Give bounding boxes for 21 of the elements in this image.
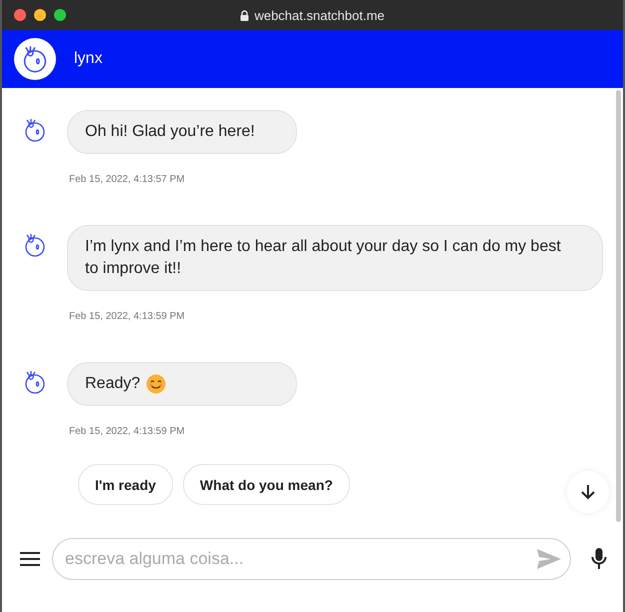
scrollbar-thumb[interactable]	[616, 90, 621, 522]
arrow-down-icon	[579, 483, 597, 501]
message-input-field[interactable]: escreva alguma coisa...	[63, 548, 536, 570]
zoom-button[interactable]	[54, 9, 66, 21]
message-bubble: Ready?	[67, 362, 297, 406]
bot-name: lynx	[74, 50, 102, 68]
quick-reply-button[interactable]: What do you mean?	[182, 464, 350, 505]
message-timestamp: Feb 15, 2022, 4:13:57 PM	[69, 174, 186, 185]
message-timestamp: Feb 15, 2022, 4:13:59 PM	[69, 311, 186, 322]
message-timestamp: Feb 15, 2022, 4:13:59 PM	[69, 426, 186, 437]
close-button[interactable]	[14, 9, 26, 21]
quick-reply-button[interactable]: I'm ready	[78, 464, 173, 505]
message-bubble: I’m lynx and I’m here to hear all about your day so I can do my best to improve it!!	[67, 225, 603, 291]
menu-icon[interactable]	[20, 551, 40, 567]
microphone-icon[interactable]	[591, 548, 607, 570]
lock-icon	[240, 10, 250, 20]
url-text: webchat.snatchbot.me	[254, 8, 385, 22]
message-input-box[interactable]: escreva alguma coisa...	[52, 538, 571, 580]
minimize-button[interactable]	[34, 9, 46, 21]
message-bubble: Oh hi! Glad you’re here!	[67, 110, 297, 154]
scroll-down-button[interactable]	[567, 471, 609, 513]
